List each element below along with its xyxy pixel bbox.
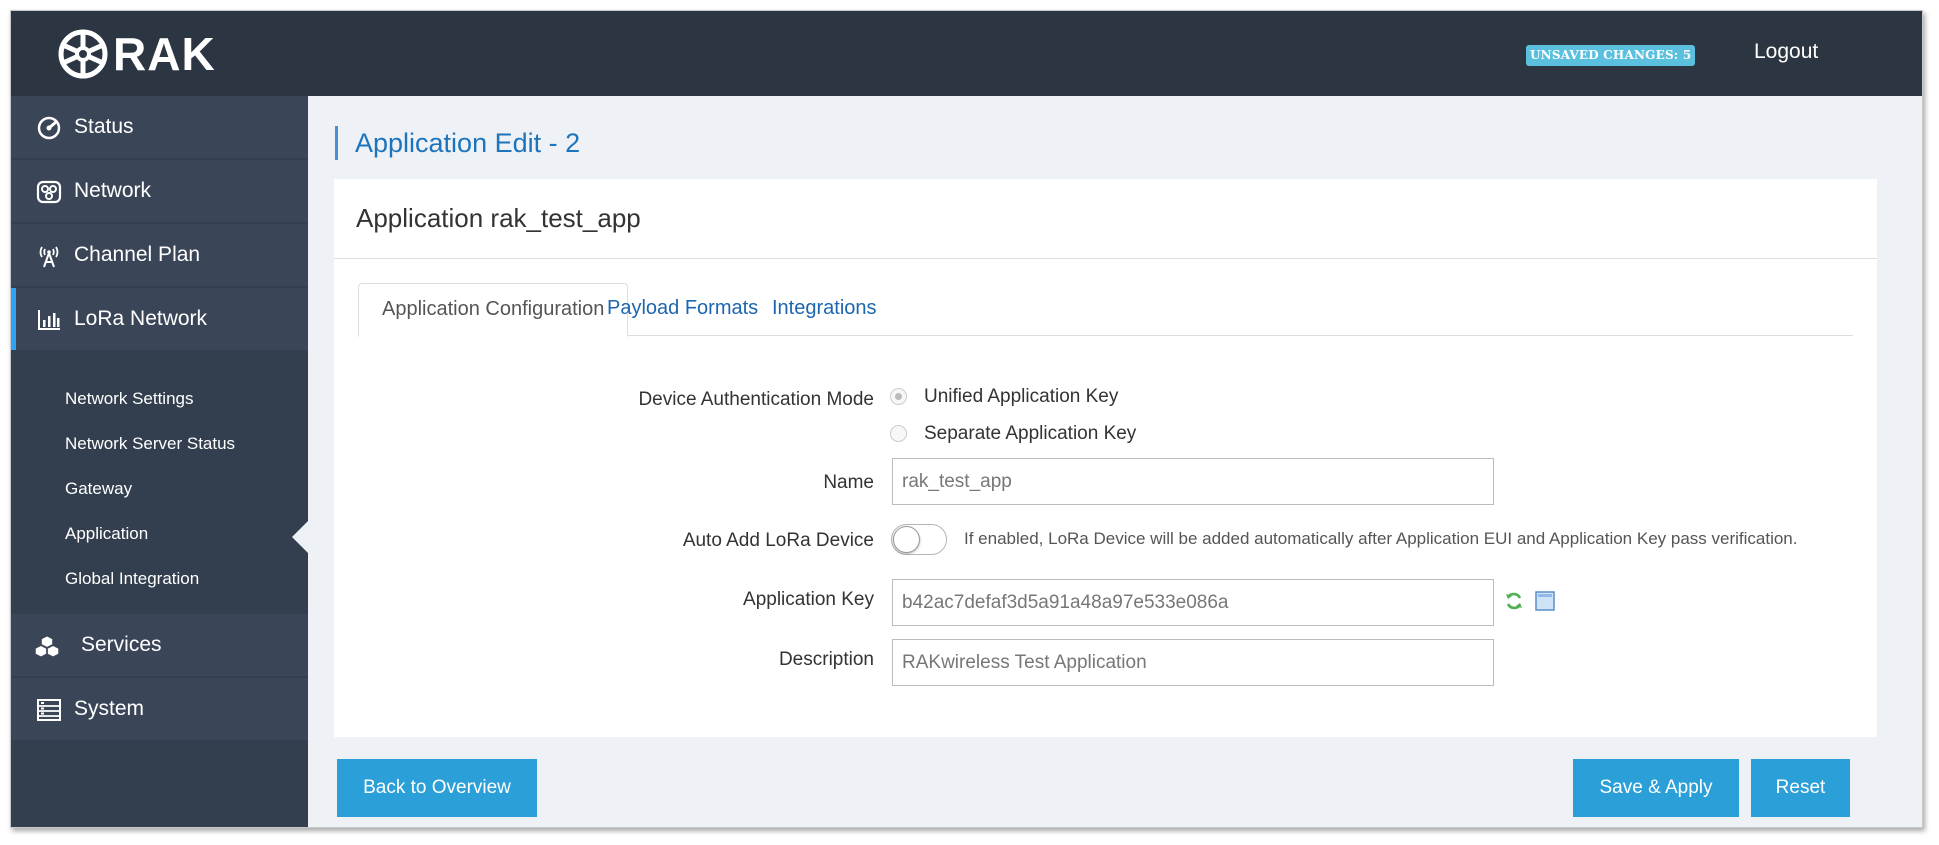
submenu-gateway[interactable]: Gateway	[65, 479, 132, 499]
sidebar-item-lora-network[interactable]: LoRa Network	[11, 288, 308, 350]
auto-add-label: Auto Add LoRa Device	[682, 530, 874, 551]
app-key-label: Application Key	[743, 589, 874, 610]
save-apply-button[interactable]: Save & Apply	[1573, 759, 1739, 817]
sidebar-item-system[interactable]: System	[11, 678, 308, 740]
radio-unified-key[interactable]	[890, 388, 907, 405]
sidebar-item-label: Status	[74, 115, 134, 138]
page-title: Application Edit - 2	[335, 126, 580, 160]
back-to-overview-button[interactable]: Back to Overview	[337, 759, 537, 817]
sidebar-item-label: Channel Plan	[74, 243, 201, 266]
submenu-application[interactable]: Application	[65, 524, 148, 544]
top-bar: RAK UNSAVED CHANGES: 5 Logout	[11, 11, 1922, 96]
sidebar-item-services[interactable]: Services	[11, 614, 308, 676]
auto-add-help-text: If enabled, LoRa Device will be added au…	[964, 529, 1798, 548]
radio-unified-key-label[interactable]: Unified Application Key	[924, 386, 1118, 408]
app-key-input[interactable]: b42ac7defaf3d5a91a48a97e533e086a	[892, 579, 1494, 626]
tab-bar: Application Configuration Payload Format…	[358, 283, 1853, 337]
server-list-icon	[35, 696, 63, 724]
antenna-icon	[35, 242, 63, 270]
sidebar-item-label: LoRa Network	[74, 307, 208, 330]
bar-chart-icon	[35, 306, 63, 334]
brand-name: RAK	[113, 28, 216, 80]
sidebar-item-network[interactable]: Network	[11, 160, 308, 222]
sidebar-item-status[interactable]: Status	[11, 96, 308, 158]
unsaved-changes-badge[interactable]: UNSAVED CHANGES: 5	[1526, 45, 1696, 66]
reset-button[interactable]: Reset	[1751, 759, 1850, 817]
network-icon	[35, 178, 63, 206]
copy-key-icon[interactable]	[1534, 590, 1556, 612]
description-label: Description	[778, 649, 874, 670]
rak-logo-icon	[58, 29, 108, 79]
cubes-icon	[33, 632, 61, 660]
description-input[interactable]: RAKwireless Test Application	[892, 639, 1494, 686]
sidebar-item-label: System	[74, 697, 145, 720]
sidebar-item-channel-plan[interactable]: Channel Plan	[11, 224, 308, 286]
submenu-network-server-status[interactable]: Network Server Status	[65, 434, 235, 454]
card-title: Application rak_test_app	[356, 203, 641, 233]
toggle-knob	[893, 526, 920, 553]
tab-integrations[interactable]: Integrations	[749, 283, 900, 336]
name-label: Name	[823, 472, 874, 493]
app-window: RAK UNSAVED CHANGES: 5 Logout Status Net…	[10, 10, 1923, 828]
name-input[interactable]: rak_test_app	[892, 458, 1494, 505]
sidebar: Status Network Channel Plan LoRa Network…	[11, 96, 308, 827]
dashboard-icon	[35, 114, 63, 142]
sidebar-item-label: Network	[74, 179, 152, 202]
radio-separate-key[interactable]	[890, 425, 907, 442]
auto-add-toggle[interactable]	[891, 524, 947, 555]
auth-mode-label: Device Authentication Mode	[638, 389, 874, 410]
application-card: Application rak_test_app Application Con…	[334, 179, 1877, 737]
sidebar-item-label: Services	[81, 633, 162, 656]
brand-logo[interactable]: RAK	[55, 27, 216, 81]
refresh-key-icon[interactable]	[1504, 591, 1524, 611]
submenu-network-settings[interactable]: Network Settings	[65, 389, 194, 409]
radio-separate-key-label[interactable]: Separate Application Key	[924, 423, 1136, 445]
divider	[334, 258, 1877, 259]
active-item-caret	[292, 521, 308, 553]
logout-link[interactable]: Logout	[1754, 40, 1818, 64]
submenu-global-integration[interactable]: Global Integration	[65, 569, 199, 589]
